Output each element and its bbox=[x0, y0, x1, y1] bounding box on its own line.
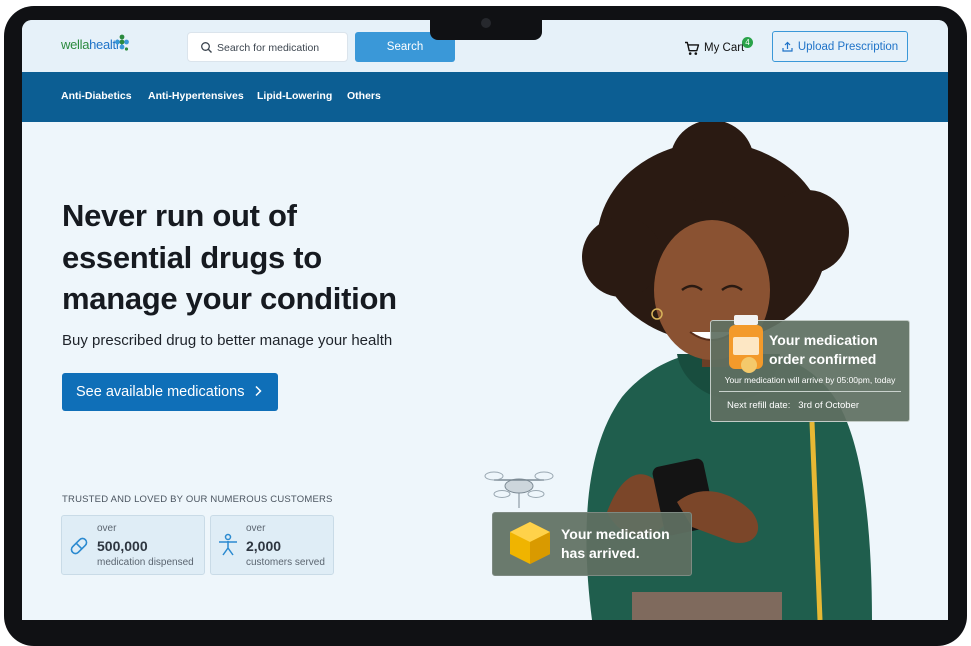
order-confirmed-title: Your medication order confirmed bbox=[769, 331, 905, 369]
hero-subtitle: Buy prescribed drug to better manage you… bbox=[62, 332, 393, 349]
upload-label: Upload Prescription bbox=[797, 40, 899, 53]
see-medications-button[interactable]: See available medications bbox=[62, 373, 278, 411]
upload-icon bbox=[782, 41, 793, 52]
stat-label: medication dispensed bbox=[97, 557, 194, 568]
notification-title-line: Your medication bbox=[561, 526, 670, 542]
drone-icon bbox=[484, 471, 554, 508]
category-nav: Anti-Diabetics Anti-Hypertensives Lipid-… bbox=[22, 72, 948, 122]
refill-date: 3rd of October bbox=[798, 400, 860, 411]
hero-title-line: manage your condition bbox=[62, 281, 397, 316]
notification-title-line: has arrived. bbox=[561, 545, 640, 561]
stat-prefix: over bbox=[97, 523, 117, 534]
stat-value: 500,000 bbox=[97, 538, 148, 554]
trust-heading: TRUSTED AND LOVED BY OUR NUMEROUS CUSTOM… bbox=[62, 494, 333, 505]
search-box bbox=[187, 32, 348, 62]
nav-item-lipid-lowering[interactable]: Lipid-Lowering bbox=[257, 90, 332, 102]
order-confirmed-notification: Your medication order confirmed Your med… bbox=[710, 315, 910, 422]
hero-title-line: essential drugs to bbox=[62, 239, 322, 275]
camera-notch bbox=[430, 14, 542, 40]
stat-label: customers served bbox=[246, 557, 325, 568]
person-icon bbox=[219, 533, 237, 556]
stat-prefix: over bbox=[246, 523, 266, 534]
hero-title: Never run out of essential drugs to mana… bbox=[62, 195, 442, 320]
search-icon bbox=[201, 42, 212, 53]
notification-title-line: order confirmed bbox=[769, 351, 877, 367]
pill-icon bbox=[70, 537, 88, 555]
logo-cross-icon bbox=[115, 34, 129, 51]
laptop-frame: wellahealth Search My Cart bbox=[0, 0, 971, 646]
upload-prescription-button[interactable]: Upload Prescription bbox=[772, 31, 908, 62]
cart-count-badge: 4 bbox=[742, 37, 753, 48]
refill-label: Next refill date: bbox=[727, 400, 791, 411]
nav-item-anti-diabetics[interactable]: Anti-Diabetics bbox=[61, 90, 132, 102]
stat-value: 2,000 bbox=[246, 538, 282, 554]
arrived-title: Your medication has arrived. bbox=[561, 525, 687, 563]
pill-bottle-icon bbox=[729, 315, 763, 373]
logo-text-wella: wella bbox=[61, 37, 90, 52]
refill-info: Next refill date: 3rd of October bbox=[727, 400, 859, 411]
hero-title-line: Never run out of bbox=[62, 198, 297, 233]
search-input[interactable] bbox=[215, 39, 347, 57]
cart-button[interactable]: My Cart 4 bbox=[684, 37, 753, 58]
arrival-time-text: Your medication will arrive by 05:00pm, … bbox=[724, 375, 896, 385]
cart-icon bbox=[685, 41, 700, 55]
divider bbox=[719, 391, 901, 392]
nav-item-anti-hypertensives[interactable]: Anti-Hypertensives bbox=[148, 90, 244, 102]
browser-screen: wellahealth Search My Cart bbox=[22, 20, 948, 620]
notification-title-line: Your medication bbox=[769, 332, 878, 348]
stat-card-customers: over 2,000 customers served bbox=[210, 515, 334, 575]
package-box-icon bbox=[510, 522, 550, 564]
camera-icon bbox=[481, 18, 491, 28]
cart-label: My Cart bbox=[704, 42, 745, 54]
chevron-right-icon bbox=[255, 385, 262, 397]
medication-arrived-notification: Your medication has arrived. bbox=[492, 512, 692, 576]
nav-item-others[interactable]: Others bbox=[347, 90, 381, 102]
stat-card-medication: over 500,000 medication dispensed bbox=[61, 515, 205, 575]
cta-label: See available medications bbox=[76, 384, 245, 400]
